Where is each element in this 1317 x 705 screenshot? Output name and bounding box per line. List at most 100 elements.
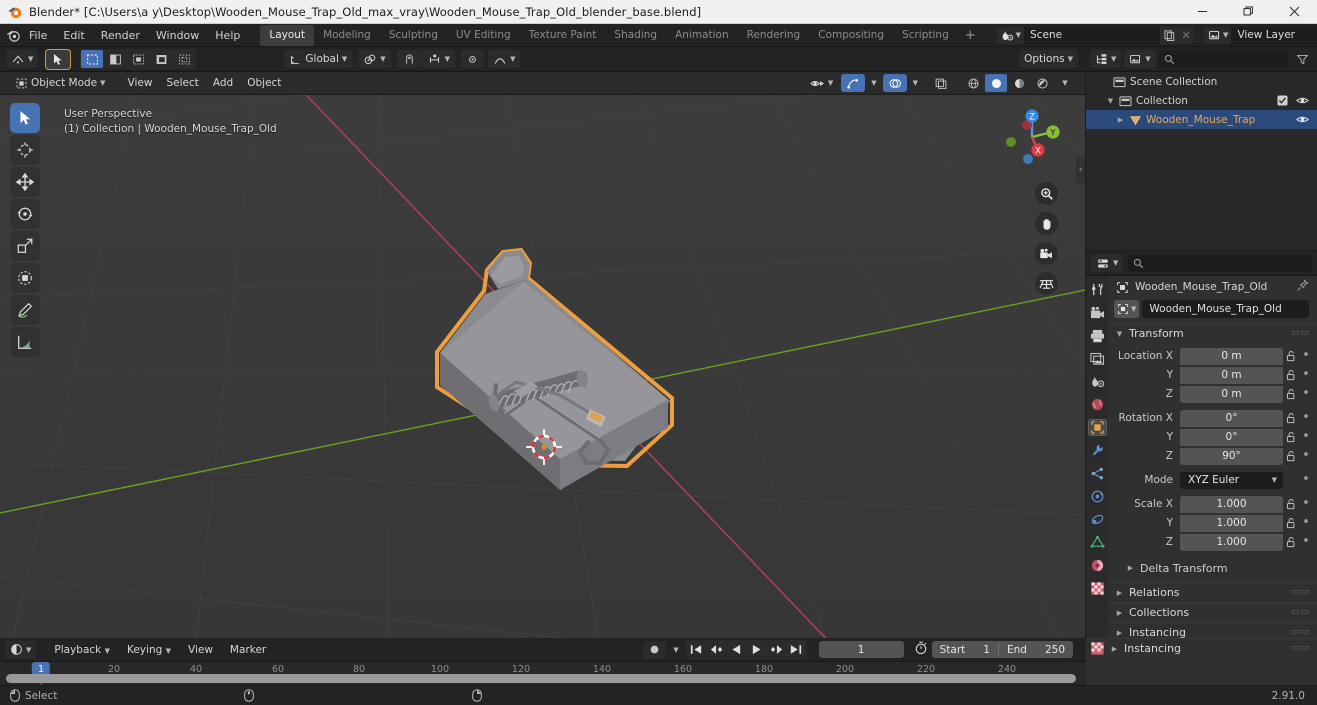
outliner-row-scene-collection[interactable]: Scene Collection [1086, 72, 1317, 91]
timeline-menu-marker[interactable]: Marker [223, 641, 273, 659]
properties-tab-output[interactable] [1088, 327, 1107, 344]
measure-tool-button[interactable] [10, 327, 40, 357]
viewport-menu-object[interactable]: Object [240, 74, 288, 92]
play-icon[interactable] [747, 641, 766, 659]
select-extend-icon[interactable] [104, 50, 126, 68]
location-x-field[interactable]: 0 m [1180, 347, 1283, 365]
start-frame-field[interactable]: Start 1 [932, 644, 998, 656]
transform-orientation-button[interactable]: Global ▼ [284, 50, 353, 68]
transform-tool-button[interactable] [10, 263, 40, 293]
hand-icon[interactable] [1035, 212, 1058, 235]
rotation-x-animate-dot[interactable]: • [1299, 411, 1313, 424]
timeline-menu-keying[interactable]: Keying ▼ [120, 641, 178, 659]
prev-keyframe-icon[interactable] [707, 641, 726, 659]
collections-expander-icon[interactable]: ▶ [1115, 609, 1124, 617]
blender-menu-icon[interactable] [6, 28, 21, 43]
properties-editor-type-button[interactable]: ▼ [1091, 254, 1124, 272]
outliner-row-collection[interactable]: ▼ Collection [1086, 91, 1317, 110]
object-mode-selector[interactable]: Object Mode ▼ [12, 74, 111, 92]
active-tool-indicator[interactable] [45, 48, 72, 70]
properties-tab-view-layer[interactable] [1088, 350, 1107, 367]
minimize-button[interactable] [1179, 0, 1225, 24]
workspace-tab-layout[interactable]: Layout [260, 24, 315, 46]
collections-panel-header[interactable]: ▶ Collections ▭▭ [1108, 602, 1317, 622]
rotation-y-lock-icon[interactable] [1283, 431, 1299, 443]
jump-end-icon[interactable] [787, 641, 806, 659]
overlays-dropdown-button[interactable]: ▼ [909, 74, 921, 92]
checkbox-icon[interactable] [1277, 95, 1288, 106]
menu-edit[interactable]: Edit [55, 26, 92, 45]
proportional-edit-button[interactable] [461, 50, 485, 68]
visibility-selector-button[interactable]: ▼ [804, 74, 839, 92]
properties-tab-render[interactable] [1088, 304, 1107, 321]
outliner-row-wooden-mouse-trap[interactable]: ▶ Wooden_Mouse_Trap [1086, 110, 1317, 129]
relations-expander-icon[interactable]: ▶ [1115, 589, 1124, 597]
scale-x-field[interactable]: 1.000 [1180, 495, 1283, 513]
rotate-tool-button[interactable] [10, 199, 40, 229]
rotation-z-lock-icon[interactable] [1283, 450, 1299, 462]
workspace-tab-compositing[interactable]: Compositing [809, 25, 893, 46]
workspace-tab-texture-paint[interactable]: Texture Paint [520, 25, 606, 46]
object-expander-icon[interactable]: ▶ [1116, 116, 1125, 124]
workspace-tab-scripting[interactable]: Scripting [893, 25, 958, 46]
select-subtract-icon[interactable] [127, 50, 149, 68]
play-reverse-icon[interactable] [727, 641, 746, 659]
panel-drag-handle[interactable]: ▭▭ [1291, 588, 1310, 597]
panel-drag-handle[interactable]: ▭▭ [1291, 329, 1310, 338]
outliner[interactable]: ▼ ▼ Scene Collection ▼ Collection ▶ Wood… [1086, 47, 1317, 250]
jump-start-icon[interactable] [687, 641, 706, 659]
scale-tool-button[interactable] [10, 231, 40, 261]
location-z-field[interactable]: 0 m [1180, 385, 1283, 403]
maximize-button[interactable] [1225, 0, 1271, 24]
workspace-tab-uv-editing[interactable]: UV Editing [447, 25, 520, 46]
xray-toggle-button[interactable] [929, 74, 953, 92]
outliner-search-input[interactable] [1158, 50, 1288, 68]
select-difference-icon[interactable] [173, 50, 195, 68]
unlink-scene-button[interactable]: ✕ [1178, 26, 1195, 44]
editor-type-button[interactable]: ▼ [6, 50, 39, 68]
eye-icon[interactable] [1296, 114, 1309, 125]
view-layer-browse-button[interactable]: ▼ [1204, 26, 1232, 44]
snap-target-button[interactable]: ▼ [421, 50, 456, 68]
shading-solid-icon[interactable] [985, 74, 1007, 92]
scale-z-field[interactable]: 1.000 [1180, 533, 1283, 551]
viewport-3d[interactable]: ▼ Global ▼ ▼ ▼ ▼ Options ▼ Object Mode ▼… [0, 47, 1085, 638]
transform-expander-icon[interactable]: ▼ [1115, 330, 1124, 338]
location-y-animate-dot[interactable]: • [1299, 368, 1313, 381]
properties-tab-scene[interactable] [1088, 373, 1107, 390]
instancing-expander-icon-2[interactable]: ▶ [1110, 645, 1119, 653]
location-y-field[interactable]: 0 m [1180, 366, 1283, 384]
properties-tab-modifier[interactable] [1088, 442, 1107, 459]
relations-panel-header[interactable]: ▶ Relations ▭▭ [1108, 582, 1317, 602]
instancing-expander-icon[interactable]: ▶ [1115, 629, 1124, 637]
outliner-filter-icon[interactable] [1291, 50, 1313, 68]
timeline-editor-type-button[interactable]: ▼ [5, 640, 37, 659]
instancing-panel-duplicate[interactable]: ▶ Instancing ▭▭ [1086, 638, 1317, 658]
select-intersect-icon[interactable] [150, 50, 172, 68]
location-x-animate-dot[interactable]: • [1299, 349, 1313, 362]
object-browse-button[interactable]: ▼ [1114, 300, 1140, 318]
menu-render[interactable]: Render [93, 26, 148, 45]
workspace-tab-modeling[interactable]: Modeling [314, 25, 380, 46]
scale-x-lock-icon[interactable] [1283, 498, 1299, 510]
rotation-z-animate-dot[interactable]: • [1299, 449, 1313, 462]
zoom-icon[interactable] [1035, 182, 1058, 205]
scale-y-field[interactable]: 1.000 [1180, 514, 1283, 532]
viewport-menu-add[interactable]: Add [206, 74, 240, 92]
keying-dropdown-button[interactable]: ▼ [671, 641, 680, 659]
select-box-icon[interactable] [81, 50, 104, 68]
next-keyframe-icon[interactable] [767, 641, 786, 659]
location-y-lock-icon[interactable] [1283, 369, 1299, 381]
sidebar-toggle-arrow[interactable]: ‹ [1076, 157, 1085, 183]
properties-editor[interactable]: ▼ Wooden_Mouse_Trap_Old ▼ Wooden_Mouse_T… [1086, 251, 1317, 638]
panel-drag-handle[interactable]: ▭▭ [1291, 628, 1310, 637]
delta-transform-expander-icon[interactable]: ▶ [1126, 564, 1135, 572]
overlays-toggle-button[interactable] [882, 74, 907, 92]
rotation-y-field[interactable]: 0° [1180, 428, 1283, 446]
properties-tab-texture[interactable] [1088, 580, 1107, 597]
location-z-lock-icon[interactable] [1283, 388, 1299, 400]
timeline-editor[interactable]: ▼ Playback ▼ Keying ▼ View Marker ▼ 1 St… [0, 638, 1086, 685]
end-frame-field[interactable]: End 250 [999, 644, 1073, 656]
properties-tab-object[interactable] [1087, 419, 1107, 436]
auto-keying-record-button[interactable] [643, 640, 667, 659]
